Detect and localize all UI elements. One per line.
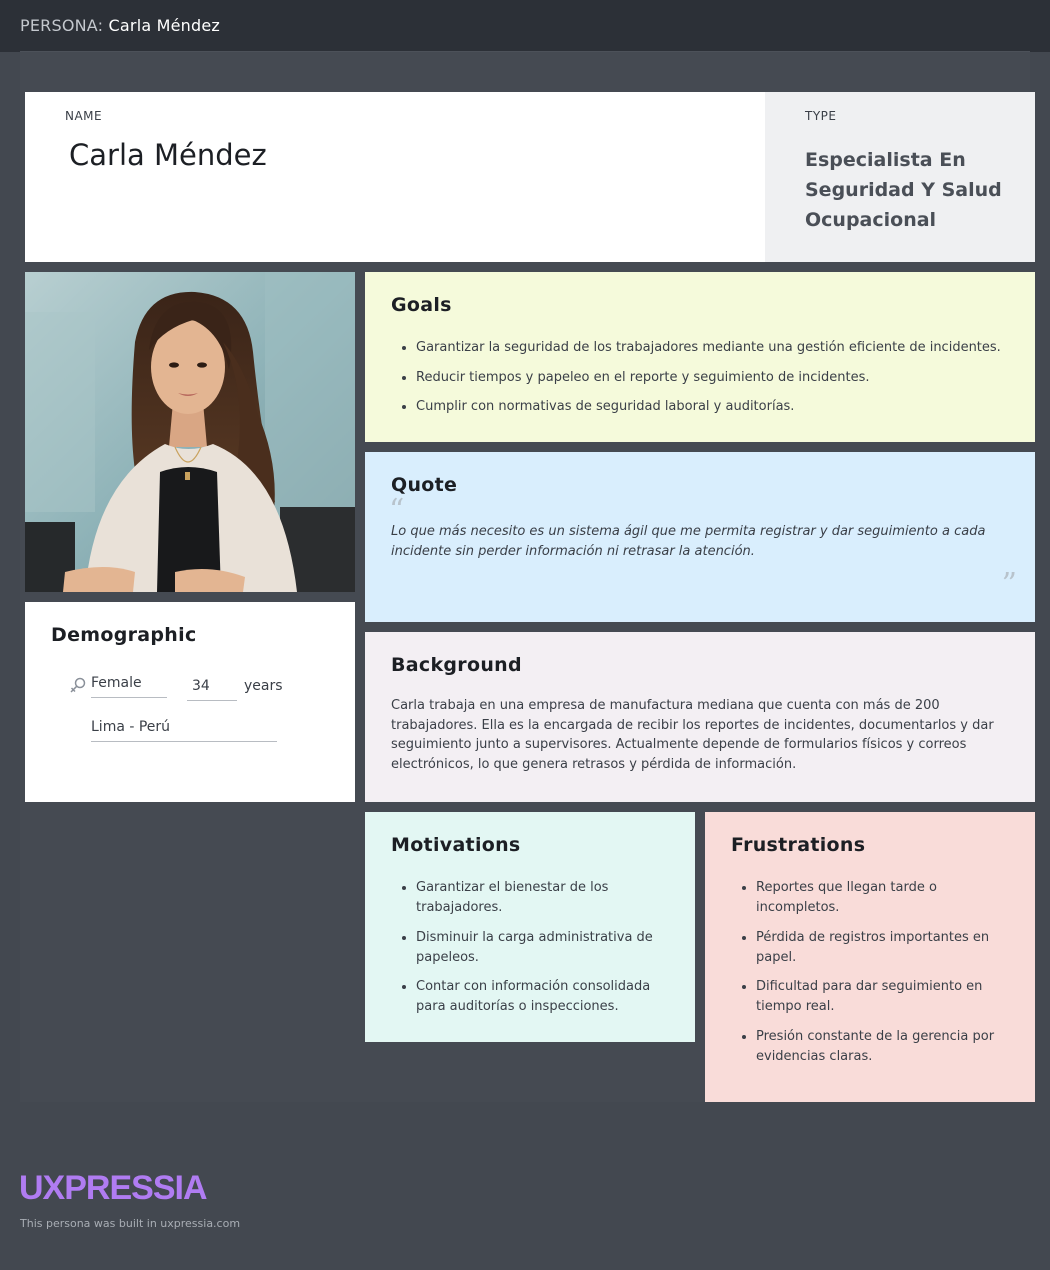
list-item: Reportes que llegan tarde o incompletos. bbox=[756, 878, 1015, 918]
close-quote-icon: ” bbox=[1001, 567, 1017, 602]
age-field[interactable]: 34 bbox=[187, 678, 237, 701]
background-card[interactable]: Background Carla trabaja en una empresa … bbox=[365, 632, 1035, 802]
frustrations-list: Reportes que llegan tarde o incompletos.… bbox=[756, 878, 1015, 1076]
persona-prefix: PERSONA: bbox=[20, 16, 104, 35]
persona-name-field[interactable]: Carla Méndez bbox=[69, 138, 267, 172]
goals-list: Garantizar la seguridad de los trabajado… bbox=[416, 338, 1015, 427]
age-unit-label: years bbox=[244, 678, 283, 694]
frustrations-card[interactable]: Frustrations Reportes que llegan tarde o… bbox=[705, 812, 1035, 1102]
list-item: Dificultad para dar seguimiento en tiemp… bbox=[756, 977, 1015, 1017]
list-item: Reducir tiempos y papeleo en el reporte … bbox=[416, 368, 1015, 388]
type-card[interactable]: TYPE Especialista En Seguridad Y Salud O… bbox=[765, 92, 1035, 262]
persona-header: PERSONA: Carla Méndez bbox=[20, 16, 220, 35]
gender-field[interactable]: Female bbox=[91, 675, 167, 698]
persona-header-name: Carla Méndez bbox=[108, 16, 221, 35]
goals-title: Goals bbox=[391, 294, 452, 316]
uxpressia-logo[interactable]: UXPRESSIA bbox=[19, 1169, 207, 1208]
motivations-list: Garantizar el bienestar de los trabajado… bbox=[416, 878, 675, 1027]
background-title: Background bbox=[391, 654, 522, 676]
name-label: NAME bbox=[65, 109, 103, 123]
female-icon bbox=[70, 677, 86, 693]
frustrations-title: Frustrations bbox=[731, 834, 866, 856]
demographic-title: Demographic bbox=[51, 624, 197, 646]
list-item: Garantizar el bienestar de los trabajado… bbox=[416, 878, 675, 918]
persona-photo[interactable] bbox=[25, 272, 355, 592]
list-item: Pérdida de registros importantes en pape… bbox=[756, 928, 1015, 968]
location-field[interactable]: Lima - Perú bbox=[91, 719, 277, 742]
name-card[interactable]: NAME Carla Méndez bbox=[25, 92, 765, 262]
type-label: TYPE bbox=[805, 109, 837, 123]
list-item: Disminuir la carga administrativa de pap… bbox=[416, 928, 675, 968]
top-bar: PERSONA: Carla Méndez bbox=[0, 0, 1050, 52]
list-item: Contar con información consolidada para … bbox=[416, 977, 675, 1017]
list-item: Garantizar la seguridad de los trabajado… bbox=[416, 338, 1015, 358]
motivations-title: Motivations bbox=[391, 834, 521, 856]
goals-card[interactable]: Goals Garantizar la seguridad de los tra… bbox=[365, 272, 1035, 442]
demographic-card: Demographic Female 34 years Lima - Perú bbox=[25, 602, 355, 802]
quote-text: Lo que más necesito es un sistema ágil q… bbox=[391, 524, 986, 559]
footer-note: This persona was built in uxpressia.com bbox=[20, 1217, 241, 1230]
quote-card[interactable]: Quote “ Lo que más necesito es un sistem… bbox=[365, 452, 1035, 622]
portrait-image bbox=[25, 272, 355, 592]
motivations-card[interactable]: Motivations Garantizar el bienestar de l… bbox=[365, 812, 695, 1042]
list-item: Presión constante de la gerencia por evi… bbox=[756, 1027, 1015, 1067]
persona-type-field[interactable]: Especialista En Seguridad Y Salud Ocupac… bbox=[805, 145, 1025, 235]
background-text: Carla trabaja en una empresa de manufact… bbox=[391, 698, 994, 772]
list-item: Cumplir con normativas de seguridad labo… bbox=[416, 397, 1015, 417]
